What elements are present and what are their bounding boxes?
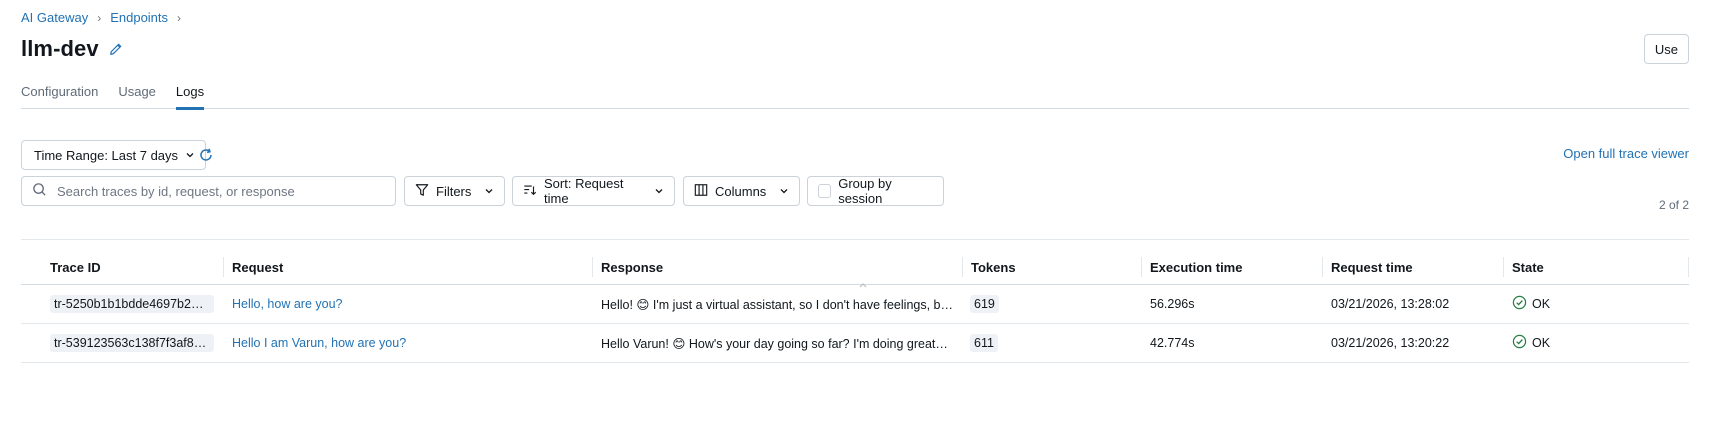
- search-box[interactable]: [21, 176, 396, 206]
- state-label: OK: [1532, 297, 1551, 311]
- column-header-request[interactable]: Request: [223, 257, 283, 277]
- chevron-down-icon: [185, 148, 195, 163]
- response-cell: Hello! 😊 I'm just a virtual assistant, s…: [601, 285, 957, 323]
- refresh-icon[interactable]: [195, 144, 217, 166]
- columns-icon: [694, 183, 708, 200]
- table-header: Trace ID Request Response Tokens Executi…: [21, 252, 1689, 288]
- search-input[interactable]: [55, 182, 375, 200]
- tab-bar: Configuration Usage Logs: [21, 84, 1689, 110]
- toolbar-search: Filters Sort: Request time Columns: [21, 176, 1689, 206]
- column-header-trace-id[interactable]: Trace ID: [42, 257, 101, 277]
- check-circle-icon: [1512, 295, 1527, 313]
- request-link[interactable]: Hello, how are you?: [232, 297, 342, 311]
- breadcrumb-ai-gateway[interactable]: AI Gateway: [21, 10, 88, 25]
- columns-label: Columns: [715, 183, 767, 199]
- result-count: 2 of 2: [1658, 198, 1689, 212]
- tab-usage[interactable]: Usage: [118, 84, 156, 109]
- check-circle-icon: [1512, 334, 1527, 352]
- request-link[interactable]: Hello I am Varun, how are you?: [232, 336, 406, 350]
- state-label: OK: [1532, 336, 1551, 350]
- table-row[interactable]: tr-5250b1b1bdde4697b2db... Hello, how ar…: [21, 285, 1689, 324]
- group-by-session-label: Group by session: [838, 176, 892, 206]
- tokens-value: 611: [970, 334, 998, 352]
- pencil-icon[interactable]: [107, 40, 125, 58]
- chevron-down-icon: [484, 184, 494, 199]
- filter-icon: [415, 183, 429, 200]
- group-by-session-toggle[interactable]: Group by session: [807, 176, 944, 206]
- sort-label: Sort: Request time: [544, 176, 624, 206]
- column-header-execution-time[interactable]: Execution time: [1141, 257, 1242, 277]
- sort-button[interactable]: Sort: Request time: [512, 176, 675, 206]
- execution-time: 56.296s: [1150, 297, 1195, 311]
- trace-id-cell: tr-539123563c138f7f3af8e5...: [50, 324, 214, 362]
- filters-button[interactable]: Filters: [404, 176, 505, 206]
- table-divider: [21, 239, 1689, 240]
- chevron-right-icon: ›: [177, 10, 182, 25]
- chevron-down-icon: [779, 184, 789, 199]
- filters-label: Filters: [436, 183, 472, 199]
- columns-button[interactable]: Columns: [683, 176, 800, 206]
- request-time: 03/21/2026, 13:28:02: [1331, 297, 1450, 311]
- breadcrumb: AI Gateway › Endpoints ›: [21, 10, 190, 25]
- chevron-right-icon: ›: [97, 10, 102, 25]
- trace-id[interactable]: tr-5250b1b1bdde4697b2db...: [50, 295, 214, 313]
- tab-logs[interactable]: Logs: [175, 84, 205, 110]
- response-text: Hello! 😊 I'm just a virtual assistant, s…: [601, 297, 957, 312]
- column-header-response[interactable]: Response: [592, 257, 663, 277]
- table-row[interactable]: tr-539123563c138f7f3af8e5... Hello I am …: [21, 324, 1689, 363]
- state-cell: OK: [1512, 324, 1550, 362]
- state-badge: OK: [1512, 295, 1550, 313]
- column-header-state[interactable]: State: [1503, 257, 1689, 277]
- state-badge: OK: [1512, 334, 1550, 352]
- page-title: llm-dev: [21, 36, 99, 61]
- trace-id-cell: tr-5250b1b1bdde4697b2db...: [50, 285, 214, 323]
- trace-id[interactable]: tr-539123563c138f7f3af8e5...: [50, 334, 214, 352]
- open-full-trace-viewer-link[interactable]: Open full trace viewer: [1563, 146, 1689, 161]
- request-cell: Hello I am Varun, how are you?: [232, 324, 406, 362]
- response-cell: Hello Varun! 😊 How's your day going so f…: [601, 324, 957, 362]
- tab-configuration[interactable]: Configuration: [21, 84, 98, 109]
- tokens-value: 619: [970, 295, 999, 313]
- column-header-tokens[interactable]: Tokens: [962, 257, 1016, 277]
- request-time: 03/21/2026, 13:20:22: [1331, 336, 1450, 350]
- tokens-cell: 619: [970, 285, 999, 323]
- execution-time: 42.774s: [1150, 336, 1195, 350]
- search-icon: [32, 182, 47, 200]
- use-button[interactable]: Use: [1643, 34, 1689, 64]
- title-row: llm-dev: [21, 36, 125, 62]
- time-range-select[interactable]: Time Range: Last 7 days: [21, 140, 207, 170]
- breadcrumb-endpoints[interactable]: Endpoints: [110, 10, 168, 25]
- sort-icon: [523, 183, 537, 200]
- column-header-request-time[interactable]: Request time: [1322, 257, 1413, 277]
- toolbar-top: Time Range: Last 7 days Open full trace …: [21, 140, 1689, 170]
- tokens-cell: 611: [970, 324, 998, 362]
- state-cell: OK: [1512, 285, 1550, 323]
- response-text: Hello Varun! 😊 How's your day going so f…: [601, 336, 957, 351]
- request-cell: Hello, how are you?: [232, 285, 342, 323]
- chevron-down-icon: [654, 184, 664, 199]
- time-range-label: Time Range: Last 7 days: [34, 147, 179, 163]
- group-by-session-checkbox[interactable]: [818, 184, 832, 198]
